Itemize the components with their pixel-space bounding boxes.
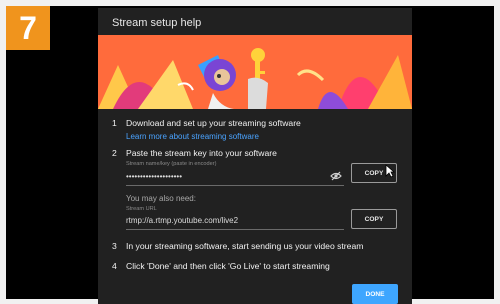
step-1: 1 Download and set up your streaming sof…: [112, 118, 301, 128]
step-text: Paste the stream key into your software: [126, 148, 277, 158]
banner-illustration: [98, 35, 412, 109]
step-badge: 7: [6, 6, 50, 50]
stream-key-field[interactable]: ••••••••••••••••••••: [126, 172, 182, 181]
learn-more-link[interactable]: Learn more about streaming software: [126, 132, 259, 141]
stream-url-field[interactable]: rtmp://a.rtmp.youtube.com/live2: [126, 216, 238, 225]
stream-setup-dialog: Stream setup help 1 Download and set up …: [98, 8, 412, 304]
step-text: Download and set up your streaming softw…: [126, 118, 301, 128]
step-number: 1: [112, 118, 117, 128]
step-3: 3 In your streaming software, start send…: [112, 241, 363, 251]
mouse-cursor-icon: [385, 164, 395, 178]
also-need-text: You may also need:: [126, 194, 196, 203]
step-number: 2: [112, 148, 117, 158]
step-4: 4 Click 'Done' and then click 'Go Live' …: [112, 261, 330, 271]
step-text: In your streaming software, start sendin…: [126, 241, 364, 251]
done-button[interactable]: DONE: [352, 284, 398, 304]
step-number: 4: [112, 261, 117, 271]
dialog-title: Stream setup help: [112, 17, 202, 29]
stream-key-label: Stream name/key (paste in encoder): [126, 161, 217, 167]
step-text: Click 'Done' and then click 'Go Live' to…: [126, 261, 330, 271]
stream-key-underline: [126, 185, 344, 186]
step-number: 3: [112, 241, 117, 251]
step-2: 2 Paste the stream key into your softwar…: [112, 148, 277, 158]
stream-url-underline: [126, 229, 344, 230]
copy-stream-url-button[interactable]: COPY: [351, 209, 397, 229]
eye-off-icon[interactable]: [330, 171, 342, 181]
stream-url-label: Stream URL: [126, 206, 157, 212]
